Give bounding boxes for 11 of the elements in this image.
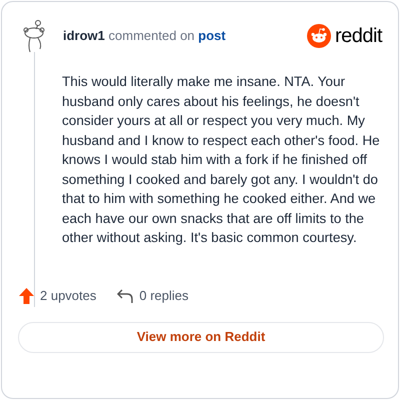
post-link[interactable]: post: [198, 28, 226, 43]
view-more-button[interactable]: View more on Reddit: [18, 322, 384, 352]
upvote-count: 2 upvotes: [40, 286, 96, 305]
upvote-icon[interactable]: [19, 288, 34, 304]
author-name[interactable]: idrow1: [63, 28, 105, 43]
comment-action: commented on: [108, 28, 195, 43]
reddit-logo-icon: [306, 24, 331, 48]
comment-text: This would literally make me insane. NTA. Your husband only cares about his feelings, he doesn't consider yours at all or respect you very much. My husband and I know to respect each other's food. He knows I would stab him with a fork if he finished off something I cooked and barely got any. I wouldn't do that to him with something he cooked either. And we each have our own snacks that are off limits to the other without asking. It's basic common courtesy.: [62, 73, 381, 247]
reply-icon[interactable]: [117, 288, 134, 302]
reply-count: 0 replies: [139, 286, 189, 305]
reddit-wordmark: reddit: [334, 24, 382, 48]
